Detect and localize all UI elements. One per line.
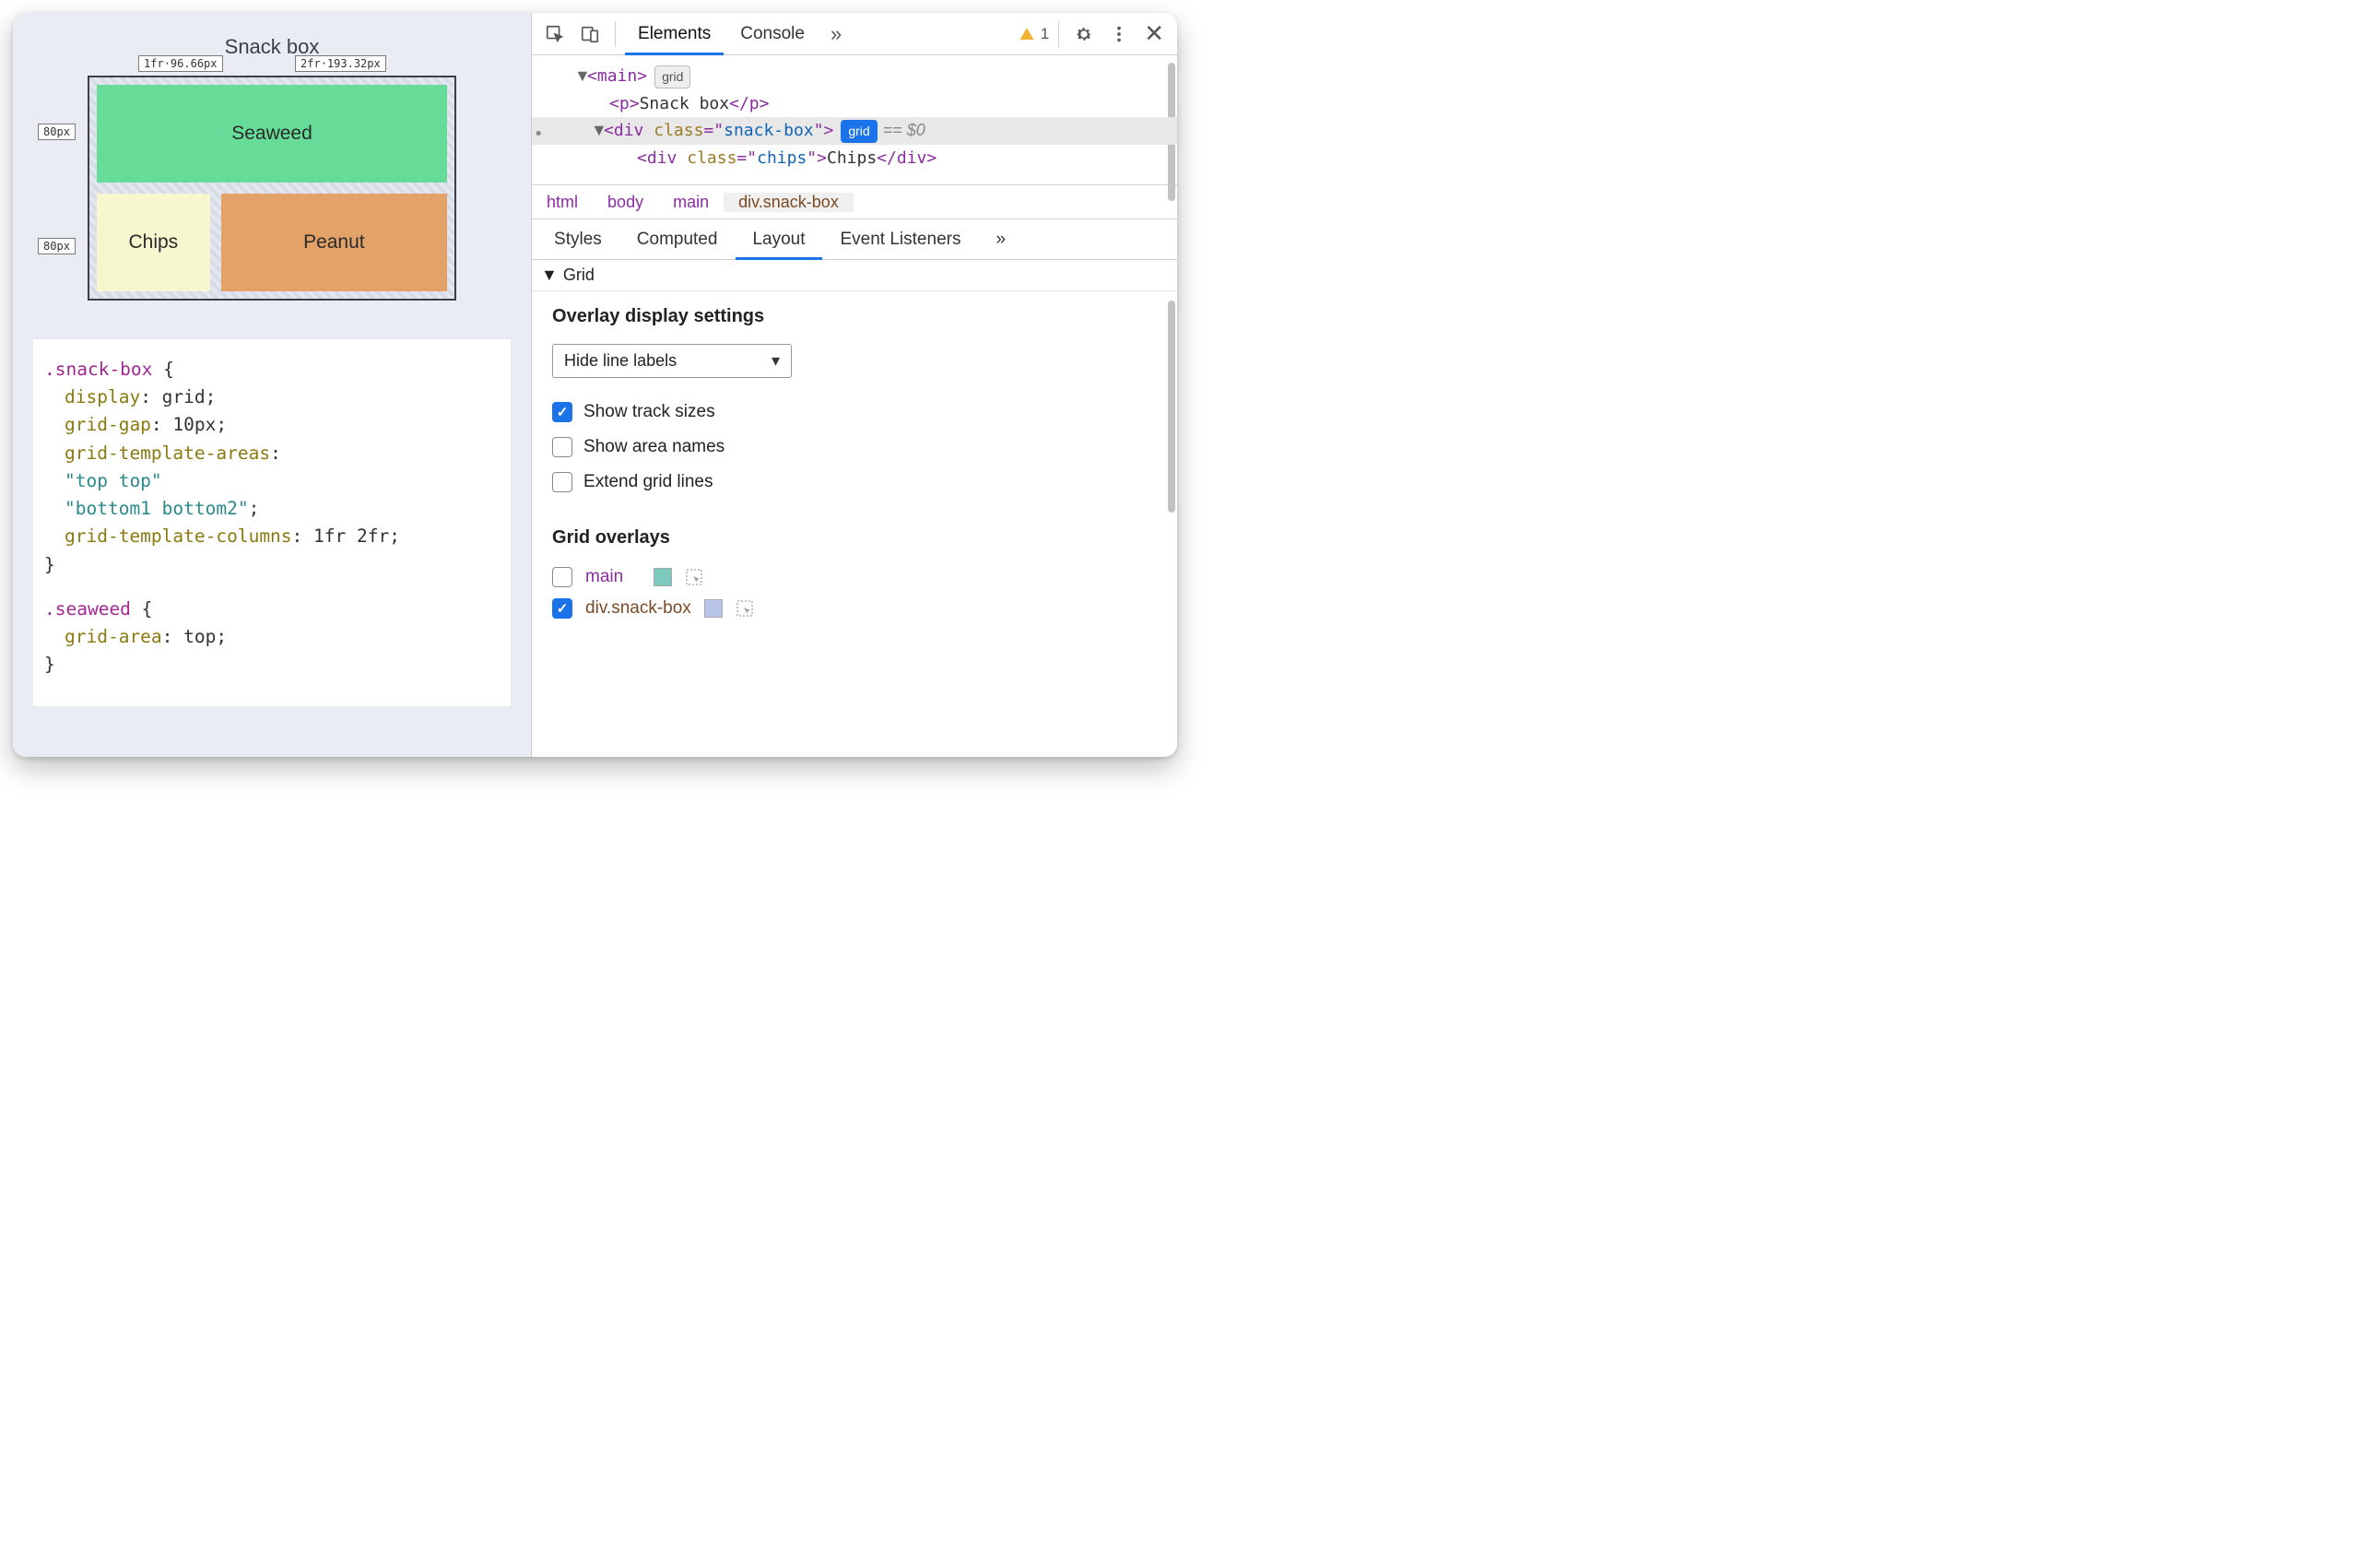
tab-console[interactable]: Console <box>727 13 818 54</box>
page-title: Snack box <box>28 13 516 76</box>
dom-selected-row[interactable]: ••• ▼<div class="snack-box">grid== $0 <box>532 117 1177 145</box>
devtools-window: Snack box 1fr·96.66px 2fr·193.32px 80px … <box>13 13 1177 757</box>
cell-chips-label: Chips <box>128 231 178 254</box>
subtab-event-listeners[interactable]: Event Listeners <box>824 219 978 259</box>
cell-chips: Chips <box>97 194 210 291</box>
subtab-styles[interactable]: Styles <box>537 219 619 259</box>
cell-peanut-label: Peanut <box>303 231 365 254</box>
separator <box>1058 21 1059 47</box>
device-toggle-icon[interactable] <box>574 18 606 50</box>
devtools-toolbar: Elements Console » 1 ✕ <box>532 13 1177 55</box>
checkbox-icon[interactable] <box>552 402 572 422</box>
checkbox-icon[interactable] <box>552 472 572 492</box>
checkbox-icon[interactable] <box>552 437 572 457</box>
checkbox-show-track-sizes[interactable]: Show track sizes <box>552 395 1157 430</box>
breadcrumb: html body main div.snack-box <box>532 184 1177 219</box>
css-prop: grid-gap <box>65 414 151 435</box>
crumb-current[interactable]: div.snack-box <box>724 193 854 212</box>
overlay-display-settings-title: Overlay display settings <box>552 306 1157 327</box>
css-selector-2: .seaweed <box>44 598 131 620</box>
color-swatch[interactable] <box>704 599 723 618</box>
checkbox-icon[interactable] <box>552 598 572 619</box>
checkbox-icon[interactable] <box>552 567 572 587</box>
css-code-pane: .snack-box { display: grid; grid-gap: 10… <box>33 339 511 706</box>
overlay-col1-label: 1fr·96.66px <box>138 55 222 72</box>
layout-panel-body: Overlay display settings Hide line label… <box>532 291 1177 757</box>
grid-overlay-main: main <box>552 561 1157 593</box>
devtools-panel: Elements Console » 1 ✕ ▼<main>grid <p>Sn… <box>531 13 1177 757</box>
reveal-element-icon[interactable] <box>736 599 754 618</box>
crumb-body[interactable]: body <box>593 193 658 212</box>
cell-peanut: Peanut <box>221 194 447 291</box>
grid-badge[interactable]: grid <box>654 65 690 89</box>
grid-overlay-snack-box: div.snack-box <box>552 593 1157 624</box>
css-selector-1: .snack-box <box>44 359 152 380</box>
separator <box>615 21 616 47</box>
overlay-name[interactable]: main <box>585 567 641 587</box>
tab-elements[interactable]: Elements <box>625 13 724 54</box>
color-swatch[interactable] <box>654 568 672 586</box>
line-labels-select[interactable]: Hide line labels <box>552 344 792 378</box>
crumb-html[interactable]: html <box>532 193 593 212</box>
crumb-main[interactable]: main <box>658 193 724 212</box>
grid-overlays-title: Grid overlays <box>552 527 1157 549</box>
styles-subtabs: Styles Computed Layout Event Listeners » <box>532 219 1177 260</box>
warnings-badge[interactable]: 1 <box>1019 25 1049 43</box>
close-icon[interactable]: ✕ <box>1138 19 1170 48</box>
grid-demo: 1fr·96.66px 2fr·193.32px 80px 80px Seawe… <box>88 76 456 301</box>
inspect-icon[interactable] <box>539 18 571 50</box>
css-prop: display <box>65 386 140 407</box>
warning-count: 1 <box>1041 25 1049 43</box>
css-prop: grid-area <box>65 626 162 647</box>
cell-seaweed: Seaweed <box>97 85 447 183</box>
subtab-layout[interactable]: Layout <box>736 219 821 259</box>
checkbox-extend-grid-lines[interactable]: Extend grid lines <box>552 465 1157 500</box>
kebab-icon[interactable] <box>1103 18 1135 50</box>
overlay-row2-label: 80px <box>38 238 76 254</box>
checkbox-show-area-names[interactable]: Show area names <box>552 430 1157 465</box>
gear-icon[interactable] <box>1068 18 1100 50</box>
overlay-name[interactable]: div.snack-box <box>585 598 691 619</box>
more-tabs-icon[interactable]: » <box>821 22 851 46</box>
reveal-element-icon[interactable] <box>685 568 703 586</box>
css-prop: grid-template-areas <box>65 443 270 464</box>
chevron-down-icon: ▼ <box>541 266 558 285</box>
overlay-row1-label: 80px <box>38 124 76 140</box>
subtab-computed[interactable]: Computed <box>620 219 735 259</box>
grid-section-header[interactable]: ▼ Grid <box>532 260 1177 291</box>
cell-seaweed-label: Seaweed <box>231 123 312 145</box>
page-viewport: Snack box 1fr·96.66px 2fr·193.32px 80px … <box>13 13 531 757</box>
grid-badge-active[interactable]: grid <box>841 120 877 143</box>
snack-box-grid: Seaweed Chips Peanut <box>88 76 456 301</box>
grid-section-title: Grid <box>563 266 595 285</box>
css-prop: grid-template-columns <box>65 525 292 547</box>
dom-tree[interactable]: ▼<main>grid <p>Snack box</p> ••• ▼<div c… <box>532 55 1177 184</box>
overlay-col2-label: 2fr·193.32px <box>295 55 386 72</box>
subtab-more[interactable]: » <box>979 219 1022 259</box>
